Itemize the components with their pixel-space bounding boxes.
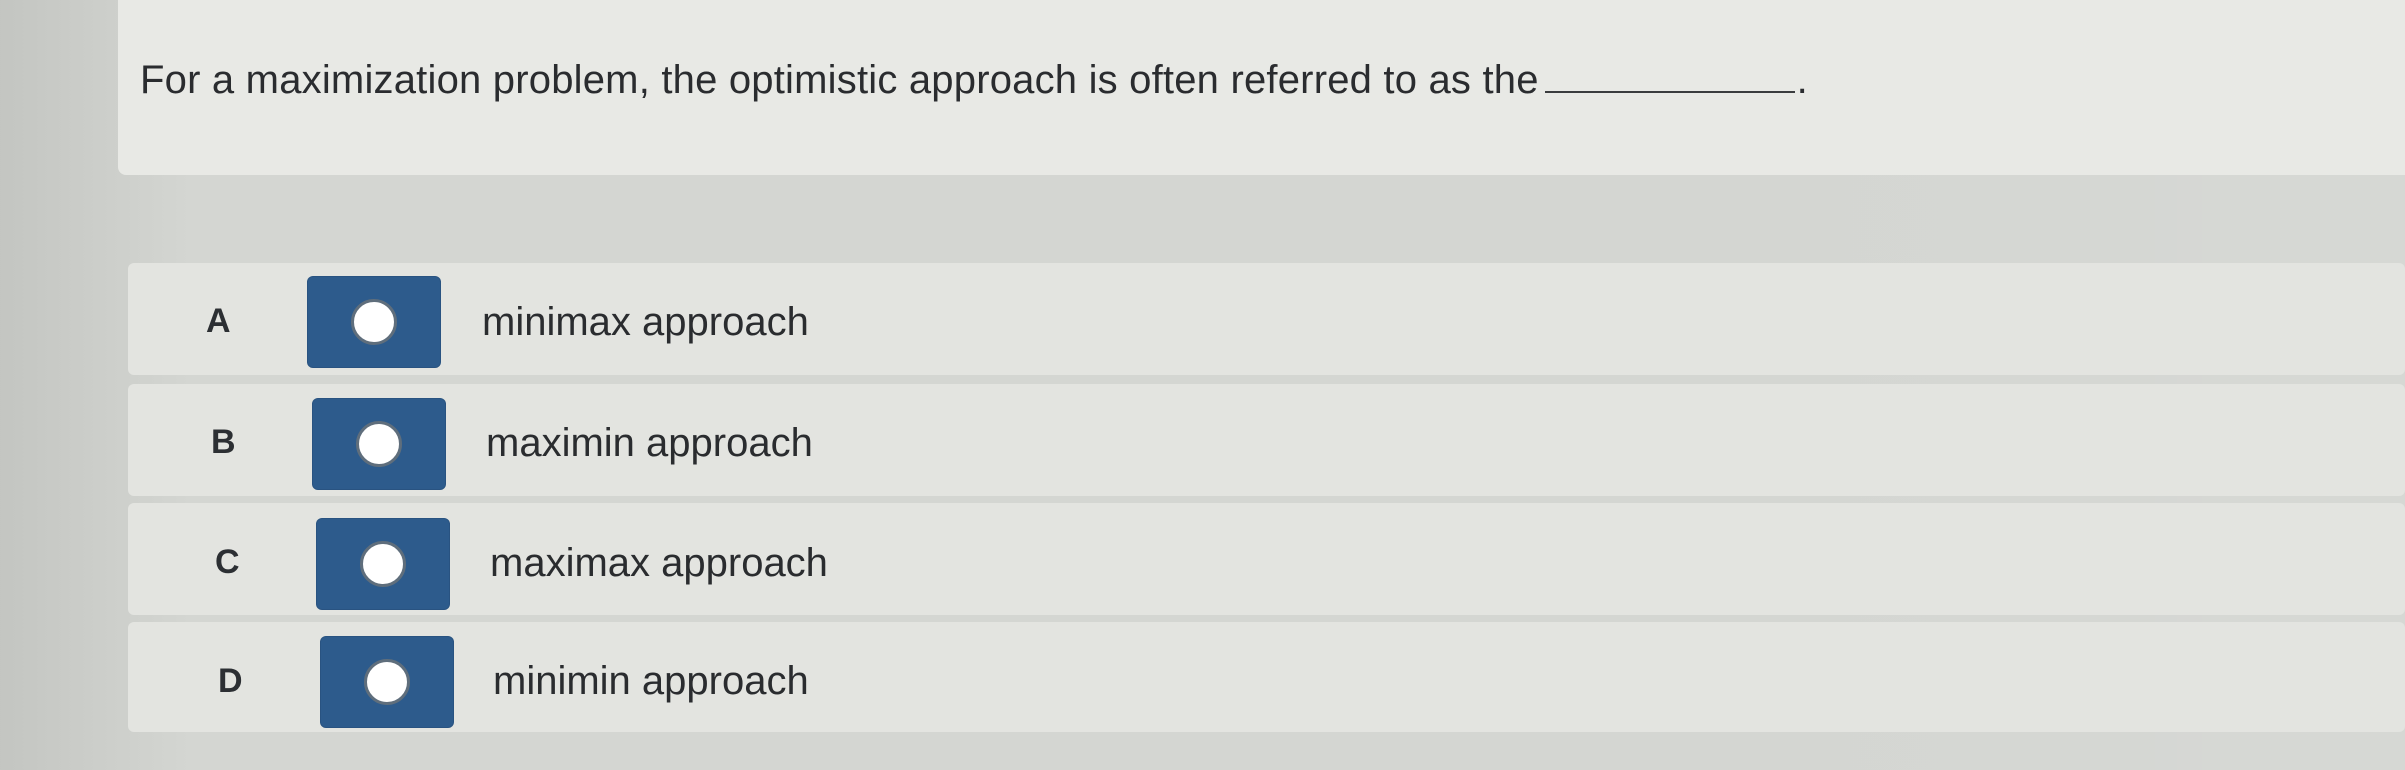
radio-button-a[interactable] — [307, 276, 441, 368]
option-label-a: minimax approach — [482, 300, 809, 344]
option-letter-a: A — [206, 302, 231, 340]
question-period: . — [1796, 58, 1808, 102]
question-text: For a maximization problem, the optimist… — [140, 58, 1808, 103]
radio-unselected-icon — [360, 541, 406, 587]
radio-button-c[interactable] — [316, 518, 450, 610]
option-letter-b: B — [211, 423, 236, 461]
radio-button-d[interactable] — [320, 636, 454, 728]
radio-unselected-icon — [351, 299, 397, 345]
radio-unselected-icon — [364, 659, 410, 705]
option-row-a[interactable] — [128, 263, 2405, 375]
option-row-b[interactable] — [128, 384, 2405, 496]
option-label-b: maximin approach — [486, 421, 813, 465]
question-prompt: For a maximization problem, the optimist… — [140, 58, 1539, 102]
option-row-c[interactable] — [128, 503, 2405, 615]
radio-button-b[interactable] — [312, 398, 446, 490]
option-letter-c: C — [215, 543, 240, 581]
option-label-d: minimin approach — [493, 659, 809, 703]
option-row-d[interactable] — [128, 622, 2405, 732]
radio-unselected-icon — [356, 421, 402, 467]
answer-blank — [1544, 90, 1795, 93]
option-label-c: maximax approach — [490, 541, 828, 585]
option-letter-d: D — [218, 662, 243, 700]
